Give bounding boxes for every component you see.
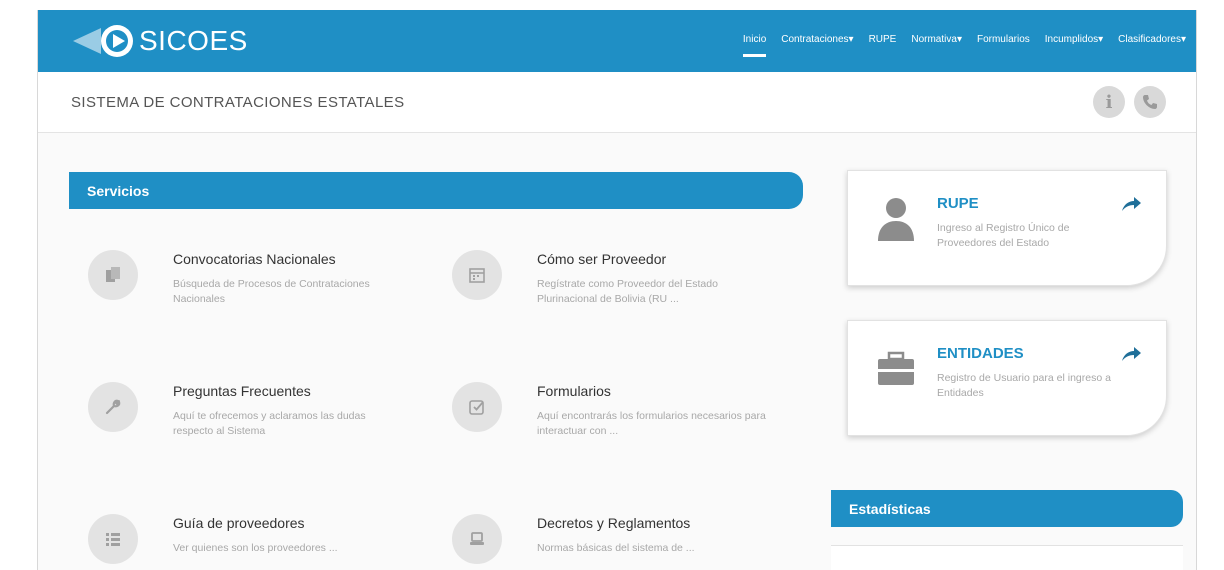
service-preguntas-frecuentes[interactable]: Preguntas Frecuentes Aquí te ofrecemos y… <box>88 382 428 462</box>
entidades-card[interactable]: ENTIDADES Registro de Usuario para el in… <box>847 320 1167 436</box>
service-guia-de-proveedores[interactable]: Guía de proveedores Ver quienes son los … <box>88 514 428 570</box>
nav-item-inicio[interactable]: Inicio <box>742 34 767 57</box>
dropdown-caret-icon: ▾ <box>848 34 854 45</box>
briefcase-icon <box>878 351 914 385</box>
stats-title: Estadísticas <box>849 501 931 517</box>
share-arrow-icon <box>1122 197 1141 211</box>
dropdown-caret-icon: ▾ <box>1180 34 1186 45</box>
logo-icon <box>73 25 133 57</box>
nav-item-formularios[interactable]: Formularios <box>977 34 1030 45</box>
service-title: Guía de proveedores <box>173 515 305 531</box>
info-button[interactable]: i <box>1093 86 1125 118</box>
service-title: Convocatorias Nacionales <box>173 251 336 267</box>
main-nav: Inicio Contrataciones▾ RUPE Normativa▾ F… <box>742 34 1186 57</box>
card-desc: Registro de Usuario para el ingreso a En… <box>937 372 1111 399</box>
page-frame: SICOES Inicio Contrataciones▾ RUPE Norma… <box>37 10 1197 570</box>
nav-item-clasificadores[interactable]: Clasificadores▾ <box>1118 34 1186 45</box>
service-formularios[interactable]: Formularios Aquí encontrarás los formula… <box>452 382 792 462</box>
service-desc: Búsqueda de Procesos de Contrataciones N… <box>173 278 370 305</box>
nav-item-normativa[interactable]: Normativa▾ <box>911 34 962 45</box>
service-desc: Ver quienes son los proveedores ... <box>173 542 338 554</box>
info-icon: i <box>1105 91 1113 113</box>
service-convocatorias-nacionales[interactable]: Convocatorias Nacionales Búsqueda de Pro… <box>88 250 428 330</box>
stats-header: Estadísticas <box>831 490 1183 527</box>
card-title: RUPE <box>937 195 979 212</box>
phone-button[interactable] <box>1134 86 1166 118</box>
dropdown-caret-icon: ▾ <box>1098 34 1104 45</box>
service-desc: Normas básicas del sistema de ... <box>537 542 695 554</box>
dropdown-caret-icon: ▾ <box>956 34 962 45</box>
share-arrow-icon <box>1122 347 1141 361</box>
subheader: SISTEMA DE CONTRATACIONES ESTATALES i <box>38 72 1196 133</box>
service-desc: Aquí encontrarás los formularios necesar… <box>537 410 766 437</box>
service-title: Cómo ser Proveedor <box>537 251 667 267</box>
rupe-card[interactable]: RUPE Ingreso al Registro Único de Provee… <box>847 170 1167 286</box>
services-header: Servicios <box>69 172 803 209</box>
calendar-icon <box>452 250 502 300</box>
stats-panel <box>831 545 1183 570</box>
service-desc: Regístrate como Proveedor del Estado Plu… <box>537 278 718 305</box>
list-icon <box>88 514 138 564</box>
laptop-icon <box>452 514 502 564</box>
wrench-icon <box>88 382 138 432</box>
nav-item-incumplidos[interactable]: Incumplidos▾ <box>1045 34 1103 45</box>
brand-name: SICOES <box>139 25 248 56</box>
services-title: Servicios <box>87 183 150 199</box>
nav-item-contrataciones[interactable]: Contrataciones▾ <box>781 34 853 45</box>
page-title: SISTEMA DE CONTRATACIONES ESTATALES <box>71 94 405 111</box>
nav-item-rupe[interactable]: RUPE <box>869 34 897 45</box>
card-desc: Ingreso al Registro Único de Proveedores… <box>937 222 1070 249</box>
service-decretos-y-reglamentos[interactable]: Decretos y Reglamentos Normas básicas de… <box>452 514 792 570</box>
user-icon <box>878 198 914 241</box>
documents-icon <box>88 250 138 300</box>
service-title: Decretos y Reglamentos <box>537 515 691 531</box>
service-desc: Aquí te ofrecemos y aclaramos las dudas … <box>173 410 366 437</box>
service-title: Preguntas Frecuentes <box>173 383 311 399</box>
top-navbar: SICOES Inicio Contrataciones▾ RUPE Norma… <box>38 10 1196 72</box>
form-check-icon <box>452 382 502 432</box>
service-title: Formularios <box>537 383 611 399</box>
phone-icon <box>1143 95 1157 109</box>
service-como-ser-proveedor[interactable]: Cómo ser Proveedor Regístrate como Prove… <box>452 250 792 330</box>
logo[interactable]: SICOES <box>71 22 248 60</box>
card-title: ENTIDADES <box>937 345 1024 362</box>
